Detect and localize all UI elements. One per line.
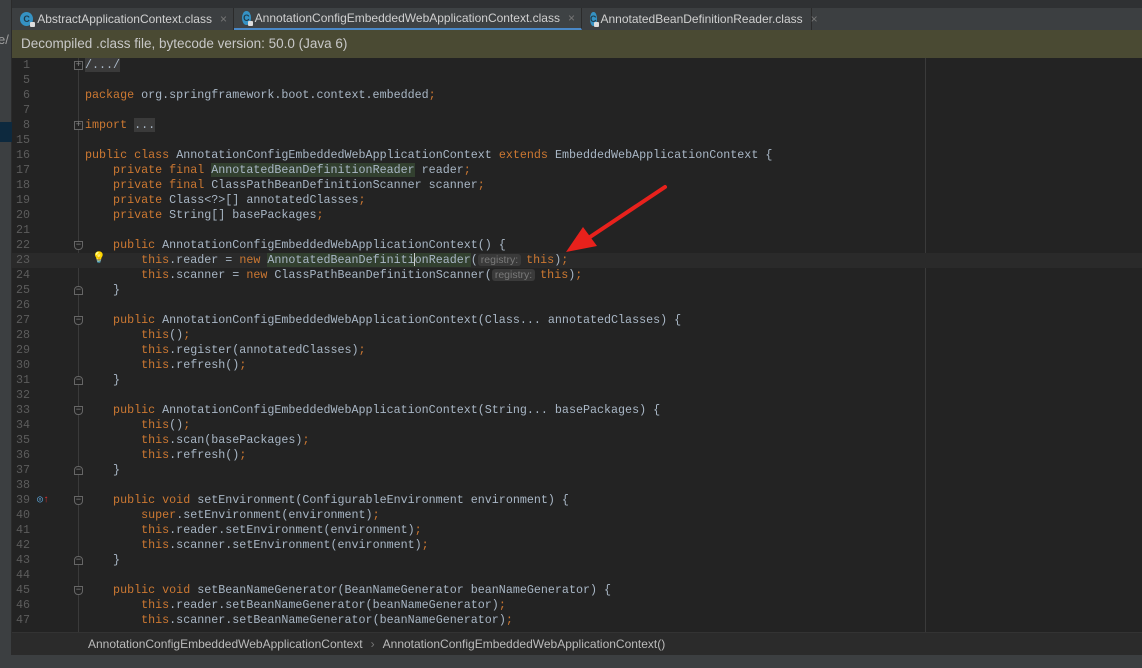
red-arrow-annotation (566, 185, 667, 252)
